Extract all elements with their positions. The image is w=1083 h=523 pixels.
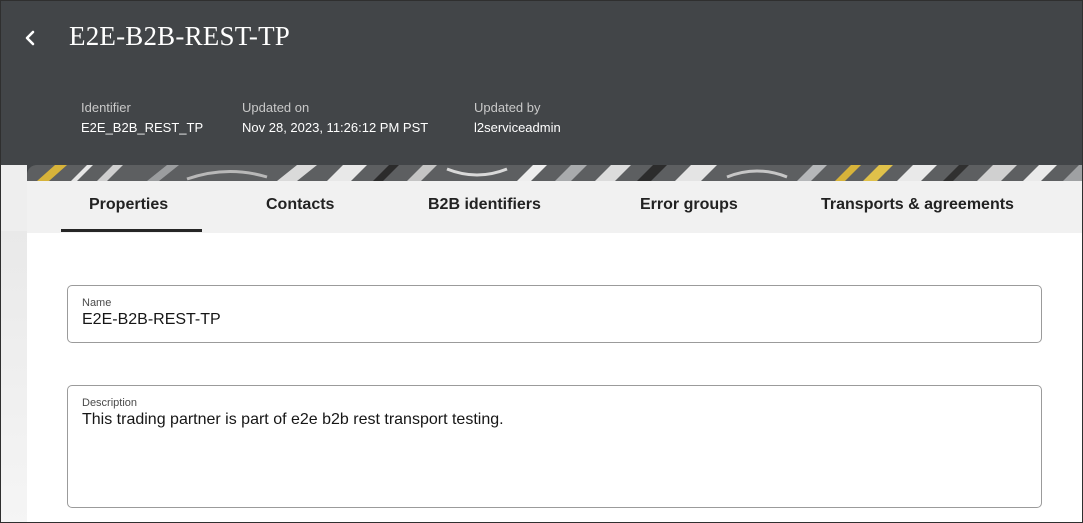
selected-tab-indicator: [61, 229, 202, 232]
content-panel: Properties Contacts B2B identifiers Erro…: [27, 181, 1082, 522]
back-button[interactable]: [17, 25, 43, 51]
tab-contacts[interactable]: Contacts: [266, 196, 334, 214]
meta-label: Updated on: [242, 100, 310, 115]
left-background-strip: [1, 165, 27, 522]
meta-label: Updated by: [474, 100, 541, 115]
decorative-pattern-band: [27, 165, 1082, 181]
name-field-value: E2E-B2B-REST-TP: [82, 311, 221, 328]
trading-partner-page: E2E-B2B-REST-TP Identifier E2E_B2B_REST_…: [0, 0, 1083, 523]
tab-transports-agreements[interactable]: Transports & agreements: [821, 196, 1014, 214]
description-field[interactable]: Description This trading partner is part…: [67, 385, 1042, 508]
tab-bar: Properties Contacts B2B identifiers Erro…: [27, 181, 1082, 233]
meta-label: Identifier: [81, 100, 131, 115]
page-title: E2E-B2B-REST-TP: [69, 21, 291, 51]
page-header: E2E-B2B-REST-TP Identifier E2E_B2B_REST_…: [1, 1, 1082, 181]
tab-properties[interactable]: Properties: [89, 196, 168, 214]
meta-value: Nov 28, 2023, 11:26:12 PM PST: [242, 120, 429, 135]
meta-value: l2serviceadmin: [474, 120, 561, 135]
description-field-label: Description: [82, 397, 138, 409]
description-field-value: This trading partner is part of e2e b2b …: [82, 411, 504, 428]
chevron-left-icon: [17, 25, 43, 51]
meta-identifier: Identifier E2E_B2B_REST_TP: [81, 100, 203, 136]
meta-updated-by: Updated by l2serviceadmin: [474, 100, 561, 136]
tab-error-groups[interactable]: Error groups: [640, 196, 738, 214]
name-field[interactable]: Name E2E-B2B-REST-TP: [67, 285, 1042, 343]
name-field-label: Name: [82, 297, 112, 309]
meta-value: E2E_B2B_REST_TP: [81, 120, 204, 135]
meta-updated-on: Updated on Nov 28, 2023, 11:26:12 PM PST: [242, 100, 428, 136]
tab-b2b-identifiers[interactable]: B2B identifiers: [428, 196, 541, 214]
